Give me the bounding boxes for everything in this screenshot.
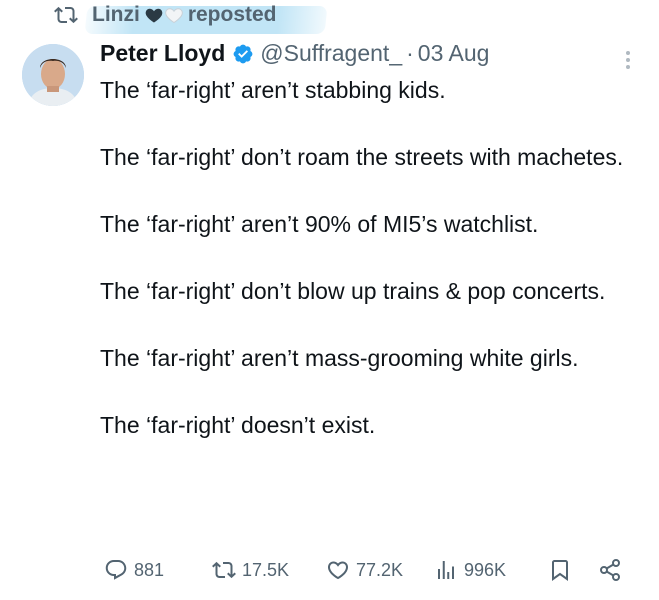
reply-count: 881 [134,559,165,580]
bookmark-icon [552,560,568,581]
repost-header[interactable]: Linzi reposted [54,0,277,30]
reply-icon [105,560,127,580]
share-button[interactable] [598,558,628,582]
like-button[interactable]: 77.2K [326,558,403,582]
separator-dot: · [406,40,414,66]
reposter-name[interactable]: Linzi [92,3,140,27]
like-count: 77.2K [356,559,404,580]
repost-label: reposted [187,3,277,26]
share-icon [600,559,620,581]
author-handle[interactable]: @Suffragent_ [260,40,402,67]
tweet-date[interactable]: 03 Aug [418,40,490,67]
analytics-icon [438,561,454,579]
avatar[interactable] [22,44,84,106]
tweet-paragraph: The ‘far-right’ don’t roam the streets w… [100,144,624,170]
tweet-paragraph: The ‘far-right’ doesn’t exist. [100,412,376,438]
repost-button[interactable]: 17.5K [212,558,289,582]
black-heart-icon [145,8,163,23]
white-heart-icon [165,8,183,24]
views-button[interactable]: 996K [434,558,506,582]
more-options-icon[interactable] [618,48,638,72]
action-bar: 881 17.5K 77.2K 996K [100,558,640,588]
reply-button[interactable]: 881 [104,558,164,582]
tweet-paragraph: The ‘far-right’ aren’t mass-grooming whi… [100,345,579,371]
repost-icon [212,561,236,579]
heart-icon [327,561,349,580]
tweet-paragraph: The ‘far-right’ aren’t stabbing kids. [100,77,446,103]
tweet-paragraph: The ‘far-right’ aren’t 90% of MI5’s watc… [100,211,539,237]
author-name[interactable]: Peter Lloyd [100,40,225,67]
avatar-photo [22,44,84,106]
repost-count: 17.5K [242,559,290,580]
view-count: 996K [464,559,507,580]
bookmark-button[interactable] [548,558,578,582]
verified-badge-icon [233,44,253,63]
tweet-header: Peter Lloyd @Suffragent_ · 03 Aug [100,40,489,67]
heart-emojis [144,5,184,25]
repost-icon [54,6,78,24]
tweet-text: The ‘far-right’ aren’t stabbing kids. Th… [100,74,630,442]
tweet-paragraph: The ‘far-right’ don’t blow up trains & p… [100,278,606,304]
